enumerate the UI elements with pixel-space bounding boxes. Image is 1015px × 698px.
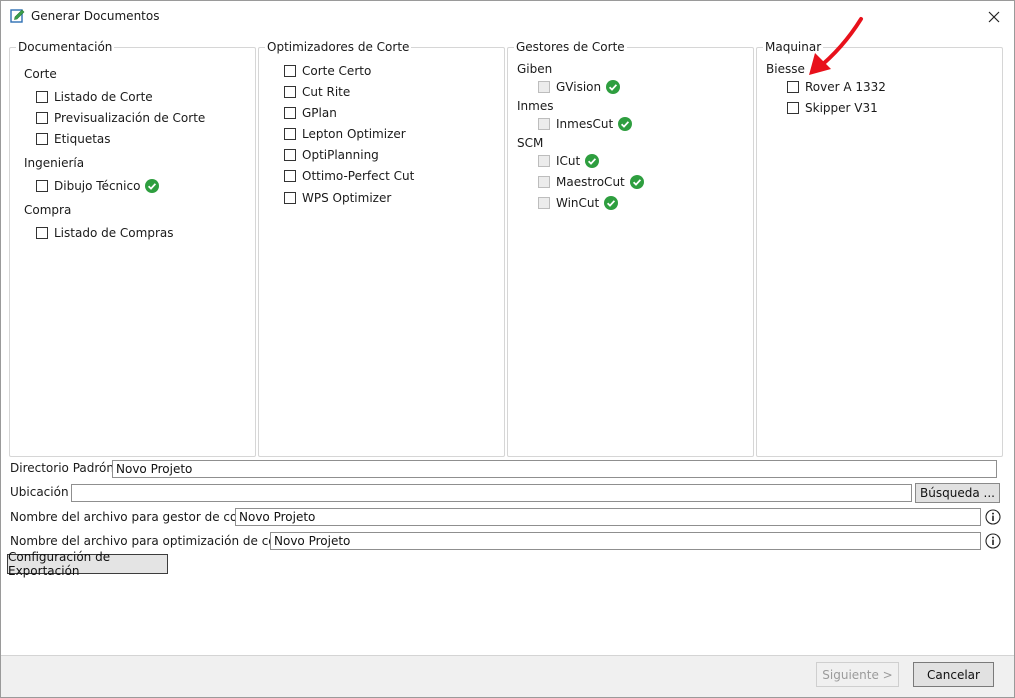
info-icon[interactable] — [985, 509, 1001, 525]
close-button[interactable] — [974, 1, 1014, 32]
checkbox-disabled — [538, 197, 550, 209]
checkbox-label[interactable]: Ottimo-Perfect Cut — [302, 169, 414, 183]
window-title: Generar Documentos — [31, 9, 160, 23]
annotation-arrow-icon — [809, 17, 863, 75]
checkbox[interactable] — [36, 227, 48, 239]
group-optimizadores-de-corte: Optimizadores de Corte Corte Certo Cut R… — [258, 40, 505, 457]
ubicacion-label: Ubicación : — [10, 485, 77, 499]
group-legend: Optimizadores de Corte — [265, 40, 412, 54]
configuracion-exportacion-button[interactable]: Configuración de Exportación — [7, 550, 168, 578]
category-inmes: Inmes — [517, 99, 554, 113]
category-giben: Giben — [517, 62, 553, 76]
checkbox-row-gplan[interactable]: GPlan — [284, 104, 337, 122]
directorio-padron-label: Directorio Padrón : — [10, 461, 122, 475]
checkbox-label[interactable]: Etiquetas — [54, 132, 111, 146]
checkbox[interactable] — [284, 149, 296, 161]
checkbox[interactable] — [284, 192, 296, 204]
directorio-padron-input[interactable] — [112, 460, 997, 478]
checkbox[interactable] — [284, 65, 296, 77]
check-circle-icon — [618, 117, 633, 131]
checkbox[interactable] — [284, 107, 296, 119]
ubicacion-input[interactable] — [71, 484, 912, 502]
category-compra: Compra — [24, 203, 72, 217]
checkbox[interactable] — [36, 91, 48, 103]
checkbox-row-gvision: GVision — [538, 78, 621, 96]
checkbox-label[interactable]: Dibujo Técnico — [54, 179, 140, 193]
cancelar-button[interactable]: Cancelar — [913, 662, 994, 687]
busqueda-button[interactable]: Búsqueda ... — [915, 483, 1000, 503]
group-documentacion: Documentación Corte Listado de Corte Pre… — [9, 40, 256, 457]
gestor-filename-input[interactable] — [235, 508, 981, 526]
checkbox-disabled — [538, 81, 550, 93]
checkbox[interactable] — [284, 170, 296, 182]
checkbox[interactable] — [36, 133, 48, 145]
checkbox-row-ottimo-perfect-cut[interactable]: Ottimo-Perfect Cut — [284, 167, 414, 185]
checkbox-row-lepton-optimizer[interactable]: Lepton Optimizer — [284, 125, 406, 143]
checkbox[interactable] — [787, 102, 799, 114]
generar-documentos-dialog: Generar Documentos Documentación Corte L… — [0, 0, 1015, 698]
checkbox-label: ICut — [556, 154, 581, 168]
optimizacion-filename-input[interactable] — [270, 532, 981, 550]
checkbox[interactable] — [36, 112, 48, 124]
checkbox-label: InmesCut — [556, 117, 614, 131]
checkbox-label[interactable]: Previsualización de Corte — [54, 111, 205, 125]
check-circle-icon — [629, 175, 644, 189]
category-scm: SCM — [517, 136, 544, 150]
siguiente-button[interactable]: Siguiente > — [816, 662, 899, 687]
gestor-filename-label: Nombre del archivo para gestor de corte … — [10, 510, 263, 524]
checkbox-disabled — [538, 118, 550, 130]
checkbox-row-inmescut: InmesCut — [538, 115, 633, 133]
checkbox-label[interactable]: Cut Rite — [302, 85, 350, 99]
check-circle-icon — [606, 80, 621, 94]
group-legend: Documentación — [16, 40, 115, 54]
check-circle-icon — [604, 196, 619, 210]
checkbox-label: GVision — [556, 80, 602, 94]
category-ingenieria: Ingeniería — [24, 156, 85, 170]
checkbox[interactable] — [36, 180, 48, 192]
checkbox-row-etiquetas[interactable]: Etiquetas — [36, 130, 111, 148]
checkbox[interactable] — [284, 86, 296, 98]
checkbox-row-optiplanning[interactable]: OptiPlanning — [284, 146, 379, 164]
checkbox-row-wincut: WinCut — [538, 194, 619, 212]
checkbox-row-icut: ICut — [538, 152, 600, 170]
checkbox-label: WinCut — [556, 196, 600, 210]
group-maquinar: Maquinar Biesse Rover A 1332 Skipper V31 — [756, 40, 1003, 457]
checkbox-label[interactable]: OptiPlanning — [302, 148, 379, 162]
close-icon — [988, 11, 1000, 22]
group-gestores-de-corte: Gestores de Corte Giben GVision Inmes In… — [507, 40, 754, 457]
info-icon[interactable] — [985, 533, 1001, 549]
checkbox-label[interactable]: GPlan — [302, 106, 337, 120]
checkbox-label[interactable]: Skipper V31 — [805, 101, 878, 115]
check-circle-icon — [585, 154, 600, 168]
checkbox-label: MaestroCut — [556, 175, 625, 189]
checkbox-row-listado-de-compras[interactable]: Listado de Compras — [36, 224, 173, 242]
group-legend: Gestores de Corte — [514, 40, 627, 54]
checkbox-row-listado-de-corte[interactable]: Listado de Corte — [36, 88, 153, 106]
checkbox-row-corte-certo[interactable]: Corte Certo — [284, 62, 371, 80]
checkbox[interactable] — [787, 81, 799, 93]
checkbox[interactable] — [284, 128, 296, 140]
checkbox-disabled — [538, 176, 550, 188]
document-edit-icon — [10, 9, 25, 23]
checkbox-label[interactable]: Listado de Compras — [54, 226, 173, 240]
checkbox-row-dibujo-tecnico[interactable]: Dibujo Técnico — [36, 177, 160, 195]
checkbox-label[interactable]: Corte Certo — [302, 64, 371, 78]
checkbox-disabled — [538, 155, 550, 167]
checkbox-label[interactable]: Lepton Optimizer — [302, 127, 406, 141]
checkbox-row-cut-rite[interactable]: Cut Rite — [284, 83, 350, 101]
checkbox-label[interactable]: Listado de Corte — [54, 90, 153, 104]
checkbox-row-maestrocut: MaestroCut — [538, 173, 644, 191]
checkbox-row-skipper-v31[interactable]: Skipper V31 — [787, 99, 878, 117]
category-biesse: Biesse — [766, 62, 805, 76]
checkbox-label[interactable]: Rover A 1332 — [805, 80, 886, 94]
category-corte: Corte — [24, 67, 57, 81]
checkbox-row-previsualizacion-de-corte[interactable]: Previsualización de Corte — [36, 109, 205, 127]
checkbox-label[interactable]: WPS Optimizer — [302, 191, 391, 205]
optimizacion-filename-label: Nombre del archivo para optimización de … — [10, 534, 301, 548]
check-circle-icon — [145, 179, 160, 193]
checkbox-row-wps-optimizer[interactable]: WPS Optimizer — [284, 189, 391, 207]
